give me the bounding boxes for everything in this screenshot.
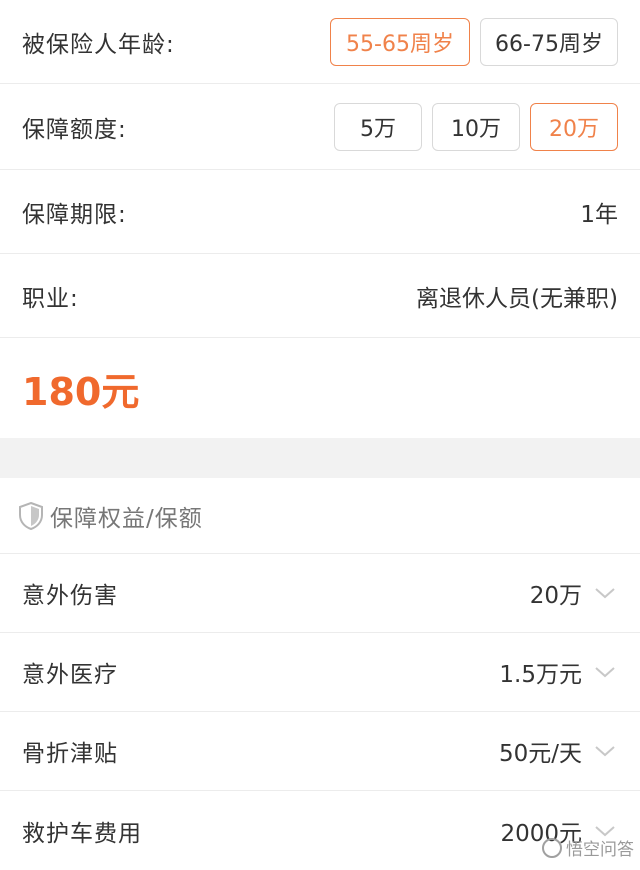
- chevron-down-icon[interactable]: [592, 659, 618, 685]
- benefit-row[interactable]: 意外伤害 20万: [0, 554, 640, 633]
- age-option-55-65[interactable]: 55-65周岁: [330, 18, 470, 66]
- amount-option-5w[interactable]: 5万: [334, 103, 422, 151]
- age-label: 被保险人年龄:: [22, 25, 175, 59]
- amount-label: 保障额度:: [22, 110, 127, 144]
- benefit-name: 意外伤害: [22, 576, 118, 610]
- amount-row: 保障额度: 5万 10万 20万: [0, 84, 640, 170]
- term-value: 1年: [580, 195, 618, 229]
- benefit-name: 救护车费用: [22, 814, 142, 848]
- chevron-down-icon[interactable]: [592, 738, 618, 764]
- job-row[interactable]: 职业: 离退休人员(无兼职): [0, 254, 640, 338]
- job-label: 职业:: [22, 279, 79, 313]
- benefits-section: 保障权益/保额 意外伤害 20万 意外医疗 1.5万元 骨折津贴 50元/天: [0, 478, 640, 870]
- watermark: 悟空问答: [542, 835, 634, 860]
- chevron-down-icon[interactable]: [592, 580, 618, 606]
- wukong-logo-icon: [542, 838, 562, 858]
- benefit-name: 骨折津贴: [22, 734, 118, 768]
- benefit-value: 50元/天: [499, 734, 582, 768]
- benefit-name: 意外医疗: [22, 655, 118, 689]
- shield-icon: [18, 502, 44, 530]
- amount-option-10w[interactable]: 10万: [432, 103, 520, 151]
- benefit-value: 20万: [530, 576, 582, 610]
- section-divider: [0, 438, 640, 478]
- job-value: 离退休人员(无兼职): [416, 279, 618, 313]
- benefit-row[interactable]: 意外医疗 1.5万元: [0, 633, 640, 712]
- age-options: 55-65周岁 66-75周岁: [330, 18, 618, 66]
- benefit-row[interactable]: 骨折津贴 50元/天: [0, 712, 640, 791]
- age-row: 被保险人年龄: 55-65周岁 66-75周岁: [0, 0, 640, 84]
- price-row: 180元: [0, 338, 640, 438]
- watermark-text: 悟空问答: [566, 835, 634, 860]
- insurance-form: 被保险人年龄: 55-65周岁 66-75周岁 保障额度: 5万 10万 20万…: [0, 0, 640, 438]
- benefit-value: 1.5万元: [499, 655, 582, 689]
- price-value: 180元: [22, 361, 139, 416]
- age-option-66-75[interactable]: 66-75周岁: [480, 18, 618, 66]
- benefits-title: 保障权益/保额: [50, 499, 203, 533]
- benefits-header: 保障权益/保额: [0, 478, 640, 554]
- term-row: 保障期限: 1年: [0, 170, 640, 254]
- term-label: 保障期限:: [22, 195, 127, 229]
- amount-options: 5万 10万 20万: [334, 103, 618, 151]
- amount-option-20w[interactable]: 20万: [530, 103, 618, 151]
